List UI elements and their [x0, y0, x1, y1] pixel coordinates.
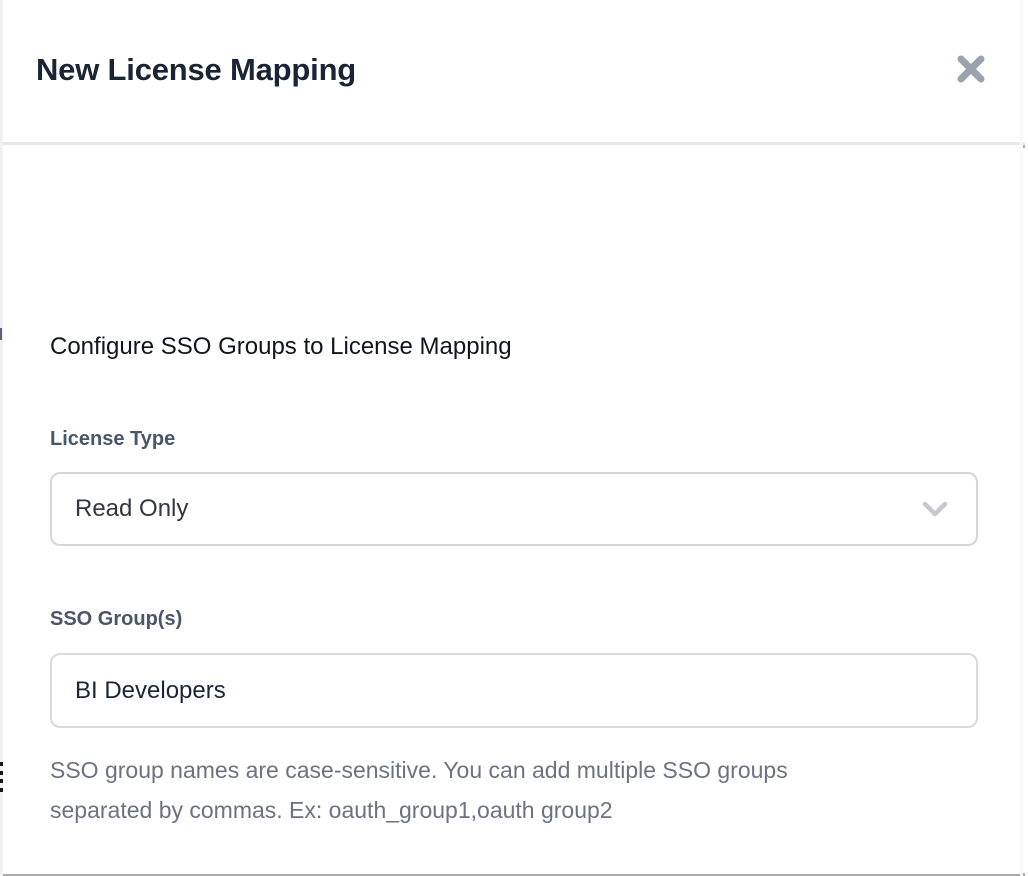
sso-groups-help-text: SSO group names are case-sensitive. You …: [50, 750, 885, 830]
new-license-mapping-modal: New License Mapping Configure SSO Groups…: [3, 0, 1025, 876]
background-clipped-element: [0, 328, 2, 340]
sso-groups-label: SSO Group(s): [50, 608, 182, 631]
sso-groups-input[interactable]: [50, 653, 978, 728]
close-button[interactable]: [955, 53, 987, 85]
modal-body: Configure SSO Groups to License Mapping …: [3, 148, 1025, 873]
license-type-label: License Type: [50, 428, 175, 451]
modal-header: New License Mapping: [3, 0, 1025, 145]
license-type-select[interactable]: Read Only: [50, 472, 978, 546]
modal-right-gutter: [1020, 0, 1023, 876]
modal-subtitle: Configure SSO Groups to License Mapping: [50, 333, 512, 361]
license-type-selected-value: Read Only: [75, 495, 922, 523]
modal-title: New License Mapping: [36, 52, 356, 88]
chevron-down-icon: [922, 501, 948, 517]
close-icon: [956, 54, 986, 84]
